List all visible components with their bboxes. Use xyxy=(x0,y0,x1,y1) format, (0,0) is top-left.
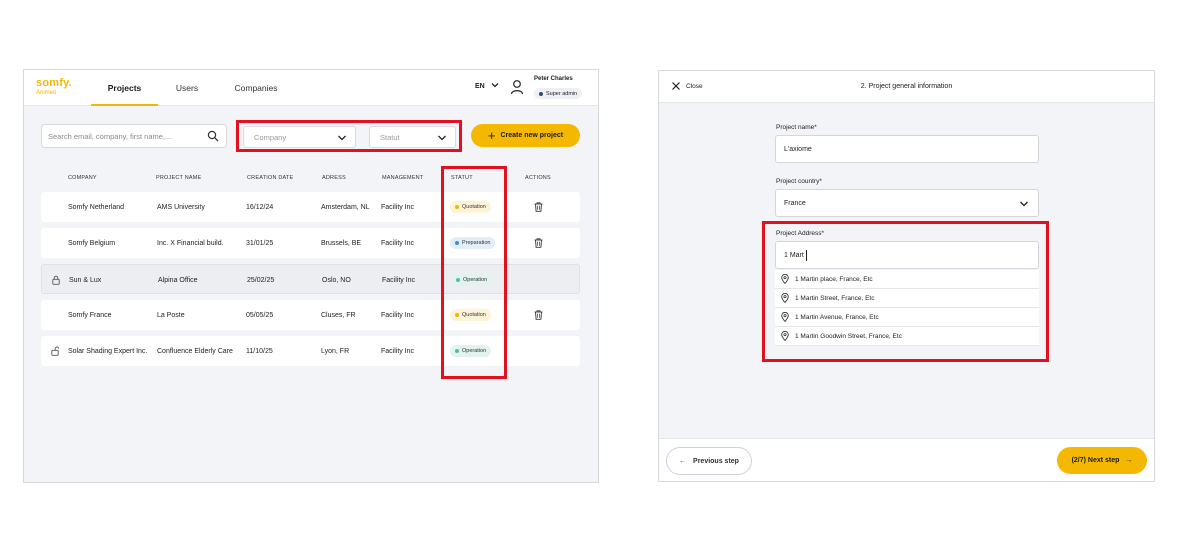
project-name-value: L'axiome xyxy=(784,145,812,153)
cell-management: Facility Inc xyxy=(381,239,415,247)
arrow-right-icon: → xyxy=(1125,457,1133,464)
cell-management: Facility Inc xyxy=(381,311,415,319)
cell-company: Somfy France xyxy=(68,311,112,319)
project-name-input[interactable]: L'axiome xyxy=(775,135,1039,163)
plus-icon: + xyxy=(487,128,496,143)
role-label: Super admin xyxy=(546,90,578,97)
chevron-down-icon[interactable] xyxy=(490,80,500,90)
project-name-label: Project name* xyxy=(776,124,817,131)
cell-project: Confluence Elderly Care xyxy=(157,347,233,355)
trash-icon[interactable] xyxy=(534,300,543,330)
cell-company: Somfy Netherland xyxy=(68,203,125,211)
column-header-creation-date: CREATION DATE xyxy=(247,175,294,181)
column-header-actions: ACTIONS xyxy=(525,175,551,181)
search-input[interactable]: Search email, company, first name,... xyxy=(41,124,227,148)
column-header-company: COMPANY xyxy=(68,175,97,181)
project-country-select[interactable]: France xyxy=(775,189,1039,217)
user-icon[interactable] xyxy=(510,79,524,95)
cell-address: Amsterdam, NL xyxy=(321,203,370,211)
trash-icon[interactable] xyxy=(534,192,543,222)
step-title: 2. Project general information xyxy=(860,83,953,90)
role-dot xyxy=(539,91,543,96)
cell-date: 31/01/25 xyxy=(246,239,274,247)
column-header-address: ADRESS xyxy=(322,175,346,181)
cell-project: La Poste xyxy=(157,311,185,319)
logo-brand: somfy. xyxy=(36,77,72,89)
tab-projects[interactable]: Projects xyxy=(91,70,158,106)
next-step-button[interactable]: (2/7) Next step → xyxy=(1057,447,1147,474)
search-icon[interactable] xyxy=(207,130,219,142)
cell-address: Lyon, FR xyxy=(321,347,350,355)
cell-address: Oslo, NO xyxy=(322,276,351,284)
tab-companies[interactable]: Companies xyxy=(228,70,284,106)
cell-company: Somfy Belgium xyxy=(68,239,116,247)
projects-screen: somfy. Animeo Projects Users Companies E… xyxy=(23,69,599,483)
statut-column-highlight-box xyxy=(441,166,507,379)
arrow-left-icon: ← xyxy=(679,457,687,465)
trash-icon[interactable] xyxy=(534,228,543,258)
cell-date: 05/05/25 xyxy=(246,311,274,319)
cell-management: Facility Inc xyxy=(381,203,415,211)
previous-step-button[interactable]: ← Previous step xyxy=(666,447,752,475)
search-placeholder: Search email, company, first name,... xyxy=(48,131,172,141)
cell-company: Sun & Lux xyxy=(69,276,102,284)
cell-project: Inc. X Financial build. xyxy=(157,239,224,247)
logo-subtitle: Animeo xyxy=(36,90,57,96)
user-name: Peter Charles xyxy=(534,76,573,82)
tab-users[interactable]: Users xyxy=(167,70,207,106)
create-project-label: Create new project xyxy=(500,132,564,139)
lock-icon[interactable] xyxy=(52,265,60,295)
cell-project: Alpina Office xyxy=(158,276,198,284)
wizard-footer: ← Previous step (2/7) Next step → xyxy=(659,438,1154,481)
role-badge: Super admin xyxy=(534,88,583,99)
create-project-button[interactable]: + Create new project xyxy=(471,124,580,147)
project-country-label: Project country* xyxy=(776,178,822,185)
cell-project: AMS University xyxy=(157,203,205,211)
filters-highlight-box xyxy=(236,120,462,152)
unlock-icon[interactable] xyxy=(51,336,59,366)
language-selector[interactable]: EN xyxy=(475,83,485,90)
project-wizard-screen: Close 2. Project general information Pro… xyxy=(658,70,1155,482)
wizard-header: Close 2. Project general information xyxy=(659,71,1154,103)
top-navigation-bar: somfy. Animeo Projects Users Companies E… xyxy=(24,70,598,106)
somfy-logo[interactable]: somfy. Animeo xyxy=(36,77,72,96)
cell-date: 25/02/25 xyxy=(247,276,275,284)
project-country-value: France xyxy=(784,199,806,207)
chevron-down-icon xyxy=(1020,201,1028,207)
cell-company: Solar Shading Expert Inc. xyxy=(68,347,148,355)
cell-date: 11/10/25 xyxy=(246,347,273,355)
cell-address: Brussels, BE xyxy=(321,239,362,247)
cell-management: Facility Inc xyxy=(381,347,415,355)
column-header-management: MANAGEMENT xyxy=(382,175,424,181)
next-step-label: (2/7) Next step xyxy=(1071,457,1120,464)
previous-step-label: Previous step xyxy=(693,457,739,465)
column-header-project-name: PROJECT NAME xyxy=(156,175,202,181)
cell-date: 16/12/24 xyxy=(246,203,274,211)
address-highlight-box xyxy=(762,221,1049,362)
cell-address: Cluses, FR xyxy=(321,311,356,319)
cell-management: Facility Inc xyxy=(382,276,416,284)
